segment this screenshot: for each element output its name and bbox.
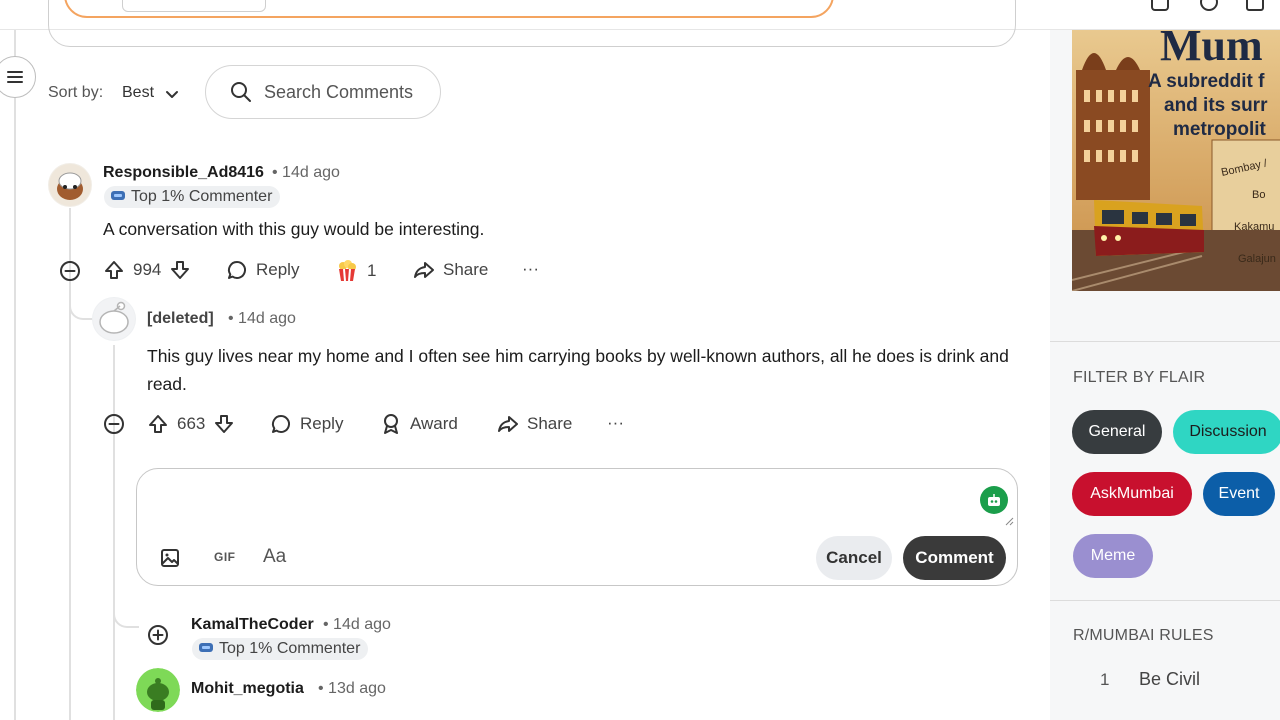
collapse-icon[interactable] xyxy=(103,413,125,435)
menu-icon xyxy=(7,71,23,83)
reply-button[interactable]: Reply xyxy=(270,413,343,435)
filter-by-flair-heading: FILTER BY FLAIR xyxy=(1073,369,1206,386)
reply-bubble-icon xyxy=(227,260,246,279)
sort-label: Sort by: xyxy=(48,84,104,101)
comment-username[interactable]: Mohit_megotia xyxy=(191,680,304,698)
comment-timestamp[interactable]: • 13d ago xyxy=(318,680,386,698)
image-upload-icon[interactable] xyxy=(160,548,180,568)
award-count-button[interactable]: 1 xyxy=(335,259,376,283)
formatting-button[interactable]: Aa xyxy=(263,546,286,568)
flair-meme[interactable]: Meme xyxy=(1073,534,1153,578)
vote-controls: 994 xyxy=(103,259,191,281)
top-commenter-badge: Top 1% Commenter xyxy=(104,186,281,208)
upvote-icon[interactable] xyxy=(103,259,125,281)
expand-icon[interactable] xyxy=(147,624,169,646)
reply-label: Reply xyxy=(300,414,344,433)
reply-button[interactable]: Reply xyxy=(226,259,299,281)
comment-timestamp[interactable]: • 14d ago xyxy=(228,310,296,328)
deleted-avatar xyxy=(92,297,136,341)
rule-number: 1 xyxy=(1100,670,1110,689)
cancel-button[interactable]: Cancel xyxy=(816,536,892,580)
comment-submit-button[interactable]: Comment xyxy=(903,536,1006,580)
sort-dropdown[interactable]: Best xyxy=(122,84,154,102)
collapse-icon[interactable] xyxy=(59,260,81,282)
search-icon xyxy=(231,82,251,102)
banner-tag: Bo xyxy=(1252,189,1265,201)
vote-controls: 663 xyxy=(147,413,235,435)
community-banner-image: Mum A subreddit f and its surr metropoli… xyxy=(1072,30,1280,291)
downvote-icon[interactable] xyxy=(169,259,191,281)
search-comments-placeholder: Search Comments xyxy=(264,81,414,102)
share-icon xyxy=(414,262,434,278)
assistant-bot-icon[interactable] xyxy=(980,486,1008,514)
banner-line: A subreddit f xyxy=(1148,71,1265,92)
banner-title: Mum xyxy=(1160,30,1263,70)
comment-body: A conversation with this guy would be in… xyxy=(103,219,485,239)
top-commenter-badge: Top 1% Commenter xyxy=(192,638,369,660)
create-post-icon[interactable] xyxy=(1198,0,1220,16)
thread-line xyxy=(113,345,115,720)
share-label: Share xyxy=(443,260,489,279)
comment-body: This guy lives near my home and I often … xyxy=(147,346,1009,394)
comment-timestamp[interactable]: • 14d ago xyxy=(272,164,340,182)
search-comments-input[interactable]: Search Comments xyxy=(205,65,441,119)
award-label: Award xyxy=(410,414,458,433)
sidebar-divider xyxy=(1050,600,1280,601)
popcorn-award-icon xyxy=(339,260,356,282)
flair-discussion[interactable]: Discussion xyxy=(1173,410,1280,454)
award-count: 1 xyxy=(367,261,377,280)
badge-label: Top 1% Commenter xyxy=(131,188,273,205)
banner-line: and its surr xyxy=(1164,95,1268,116)
rules-heading: R/MUMBAI RULES xyxy=(1073,627,1214,644)
flair-general[interactable]: General xyxy=(1072,410,1162,454)
menu-toggle-button[interactable] xyxy=(0,56,36,98)
avatar[interactable] xyxy=(48,163,92,207)
comment-username: [deleted] xyxy=(147,310,214,327)
gif-button[interactable]: GIF xyxy=(214,550,236,564)
thread-branch xyxy=(113,596,139,628)
share-label: Share xyxy=(527,414,573,433)
banner-tag: Kakamu xyxy=(1234,221,1274,233)
flair-askmumbai[interactable]: AskMumbai xyxy=(1072,472,1192,516)
award-icon xyxy=(384,414,398,434)
notifications-icon[interactable] xyxy=(1244,0,1266,16)
share-button[interactable]: Share xyxy=(497,413,572,435)
chevron-down-icon[interactable] xyxy=(164,86,180,102)
banner-line: metropolit xyxy=(1173,119,1267,140)
flair-event[interactable]: Event xyxy=(1203,472,1275,516)
vote-count: 663 xyxy=(177,414,206,433)
banner-tag: Galajun xyxy=(1238,253,1276,265)
avatar[interactable] xyxy=(136,668,180,712)
more-options-button[interactable]: ··· xyxy=(522,259,539,279)
vote-count: 994 xyxy=(133,260,162,279)
reply-bubble-icon xyxy=(271,414,290,433)
thread-line xyxy=(69,208,71,720)
thread-branch xyxy=(69,290,93,320)
resize-handle-icon[interactable] xyxy=(1004,516,1014,526)
comment-username[interactable]: KamalTheCoder xyxy=(191,616,314,634)
award-button[interactable]: Award xyxy=(380,413,458,435)
sidebar-divider xyxy=(1050,341,1280,342)
downvote-icon[interactable] xyxy=(213,413,235,435)
badge-label: Top 1% Commenter xyxy=(219,640,361,657)
left-rail-line xyxy=(14,30,16,720)
chat-badge-icon xyxy=(199,643,213,652)
chat-icon[interactable] xyxy=(1150,0,1172,16)
reply-label: Reply xyxy=(256,260,300,279)
chat-badge-icon xyxy=(111,191,125,200)
upvote-icon[interactable] xyxy=(147,413,169,435)
rule-item[interactable]: Be Civil xyxy=(1139,669,1200,690)
comment-timestamp[interactable]: • 14d ago xyxy=(323,616,391,634)
share-icon xyxy=(498,416,518,432)
comment-username[interactable]: Responsible_Ad8416 xyxy=(103,164,264,182)
more-options-button[interactable]: ··· xyxy=(607,413,624,433)
share-button[interactable]: Share xyxy=(413,259,488,281)
previous-comment-box[interactable] xyxy=(48,0,1016,47)
